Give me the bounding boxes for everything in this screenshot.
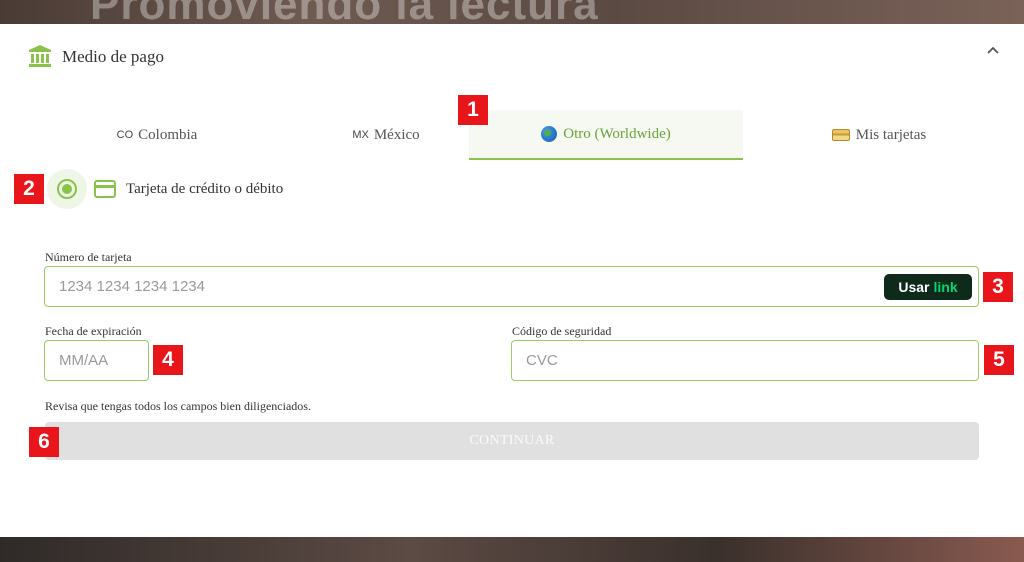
- marker-3: 3: [983, 272, 1013, 302]
- cvc-input[interactable]: [526, 341, 978, 380]
- chevron-up-icon[interactable]: [984, 42, 1002, 60]
- tab-worldwide[interactable]: Otro (Worldwide): [469, 110, 743, 160]
- tab-colombia-label: Colombia: [138, 126, 198, 143]
- continue-button[interactable]: CONTINUAR: [45, 422, 979, 460]
- payment-panel: Medio de pago CO Colombia MX México Otro…: [0, 24, 1024, 537]
- colombia-code: CO: [116, 129, 134, 141]
- marker-5: 5: [984, 345, 1014, 375]
- link-brand: link: [933, 279, 958, 295]
- radio-outer: [57, 179, 77, 199]
- use-link-prefix: Usar: [898, 279, 930, 295]
- card-method-label: Tarjeta de crédito o débito: [126, 181, 284, 197]
- card-number-input[interactable]: [59, 267, 978, 306]
- tab-my-cards-label: Mis tarjetas: [855, 126, 927, 143]
- expiry-label: Fecha de expiración: [45, 324, 142, 338]
- marker-2: 2: [14, 174, 44, 204]
- background-footer: [0, 537, 1024, 562]
- credit-card-icon: [831, 129, 850, 141]
- marker-1: 1: [458, 95, 488, 125]
- card-method-radio[interactable]: [47, 169, 87, 209]
- marker-6: 6: [29, 427, 59, 457]
- credit-card-icon: [94, 180, 116, 198]
- globe-icon: [541, 126, 558, 142]
- validation-hint: Revisa que tengas todos los campos bien …: [45, 399, 311, 413]
- section-title: Medio de pago: [62, 47, 164, 66]
- mexico-code: MX: [352, 129, 369, 141]
- cvc-label: Código de seguridad: [512, 324, 612, 338]
- tab-mexico-label: México: [373, 126, 420, 143]
- use-link-button[interactable]: Usar link: [884, 274, 972, 300]
- cvc-field[interactable]: [511, 340, 979, 381]
- radio-selected-dot: [62, 184, 72, 194]
- background-banner: Promoviendo la lectura: [0, 0, 1024, 29]
- card-number-field[interactable]: [44, 266, 979, 307]
- expiry-input[interactable]: [59, 341, 148, 380]
- marker-4: 4: [153, 345, 183, 375]
- tab-worldwide-label: Otro (Worldwide): [563, 125, 671, 142]
- expiry-field[interactable]: [44, 340, 149, 381]
- card-number-label: Número de tarjeta: [45, 250, 132, 264]
- tab-my-cards[interactable]: Mis tarjetas: [742, 110, 1016, 160]
- bank-icon: [29, 45, 51, 67]
- country-tabs: CO Colombia MX México Otro (Worldwide) M…: [20, 110, 1016, 160]
